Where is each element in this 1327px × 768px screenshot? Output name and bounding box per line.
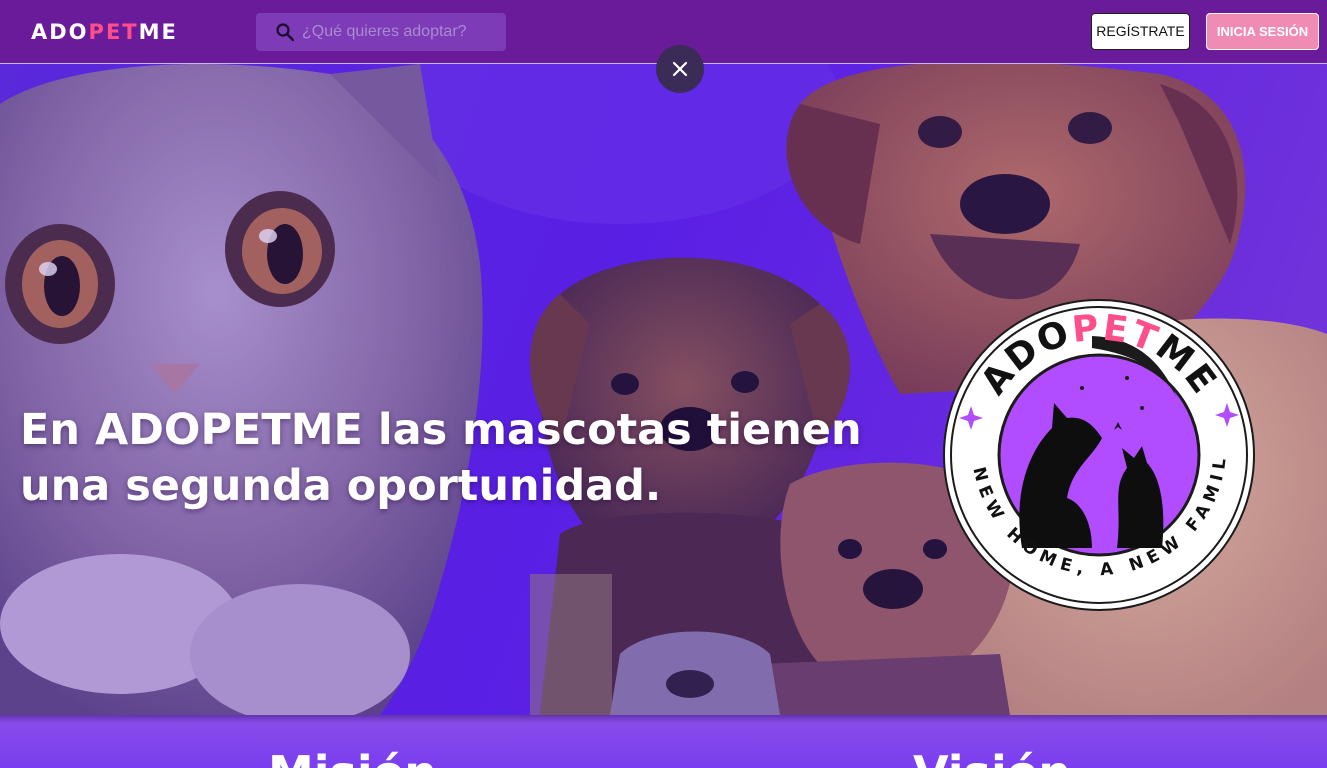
logo-text-ado: ADO	[31, 20, 89, 44]
vision-title: Visión	[913, 745, 1071, 768]
search-bar[interactable]	[256, 13, 506, 51]
mission-vision-section: Misión Visión	[0, 715, 1327, 768]
logo-text-me: ME	[138, 20, 178, 44]
close-banner-button[interactable]	[656, 45, 704, 93]
hero-banner: En ADOPETME las mascotas tienen una segu…	[0, 64, 1327, 715]
section-shadow	[0, 715, 1327, 723]
register-button[interactable]: REGÍSTRATE	[1091, 13, 1190, 50]
search-input[interactable]	[302, 21, 497, 43]
logo-text-pet: PET	[88, 20, 139, 44]
close-icon	[672, 61, 688, 77]
search-icon[interactable]	[276, 23, 295, 42]
login-button[interactable]: INICIA SESIÓN	[1206, 13, 1319, 50]
adopetme-badge-logo: ADOPETME A NEW HOME, A NEW FAMILY	[942, 298, 1255, 611]
hero-headline: En ADOPETME las mascotas tienen una segu…	[20, 405, 862, 511]
brand-logo[interactable]: ADOPETME	[31, 19, 178, 45]
mission-title: Misión	[268, 745, 437, 768]
